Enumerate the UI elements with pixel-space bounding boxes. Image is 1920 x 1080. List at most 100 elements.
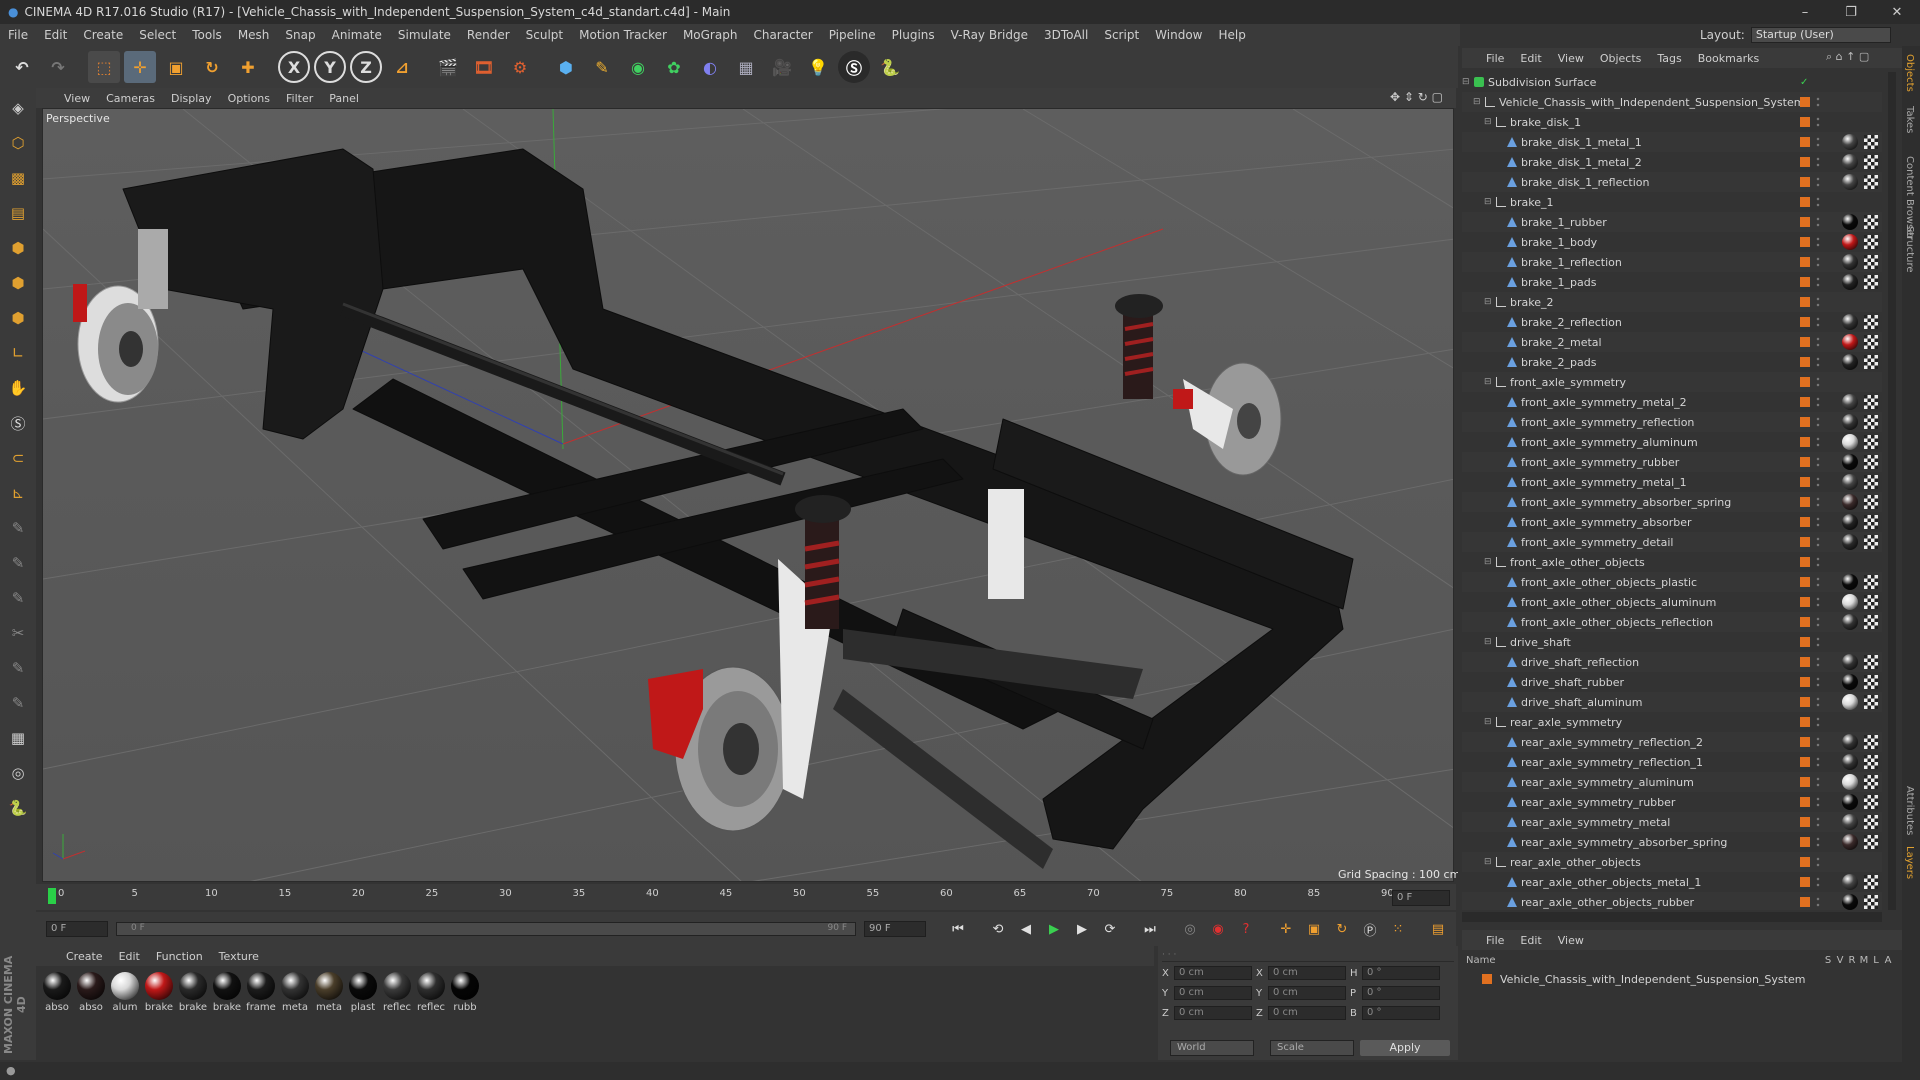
object-row[interactable]: ⊟ Vehicle_Chassis_with_Independent_Suspen… [1462, 92, 1882, 112]
expand-toggle-icon[interactable]: ⊟ [1484, 857, 1492, 867]
menu-script[interactable]: Script [1096, 28, 1147, 42]
layer-color-icon[interactable] [1800, 717, 1810, 727]
texture-tag-icon[interactable] [1864, 615, 1878, 629]
visibility-dots-icon[interactable] [1816, 176, 1820, 188]
visibility-dots-icon[interactable] [1816, 456, 1820, 468]
material-tag-icon[interactable] [1842, 614, 1858, 630]
visibility-dots-icon[interactable] [1816, 756, 1820, 768]
object-row[interactable]: front_axle_symmetry_absorber_spring [1462, 492, 1882, 512]
object-tree-hscrollbar[interactable] [1462, 912, 1882, 922]
expand-toggle-icon[interactable]: ⊟ [1484, 717, 1492, 727]
menu-v-ray-bridge[interactable]: V-Ray Bridge [943, 28, 1036, 42]
material-tag-icon[interactable] [1842, 874, 1858, 890]
object-menu-tags[interactable]: Tags [1657, 52, 1681, 65]
grid-icon[interactable]: ▦ [3, 723, 33, 753]
material-swatch[interactable]: abso [74, 970, 108, 1013]
visibility-dots-icon[interactable] [1816, 536, 1820, 548]
texture-tag-icon[interactable] [1864, 235, 1878, 249]
menu-character[interactable]: Character [745, 28, 820, 42]
material-tag-icon[interactable] [1842, 434, 1858, 450]
menu-mograph[interactable]: MoGraph [675, 28, 746, 42]
material-swatch[interactable]: rubb [448, 970, 482, 1013]
go-to-end-icon[interactable]: ⏭ [1138, 918, 1162, 940]
expand-toggle-icon[interactable]: ⊟ [1484, 377, 1492, 387]
timeline-ruler[interactable]: 0 5 10 15 20 25 30 35 40 45 50 55 60 65 70 75 80 85 90 [48, 888, 1394, 904]
layer-color-icon[interactable] [1800, 797, 1810, 807]
key-position-icon[interactable]: ✛ [1274, 918, 1298, 940]
visibility-dots-icon[interactable] [1816, 276, 1820, 288]
next-frame-icon[interactable]: ▶ [1070, 918, 1094, 940]
texture-tag-icon[interactable] [1864, 255, 1878, 269]
texture-tag-icon[interactable] [1864, 535, 1878, 549]
material-swatch[interactable]: brake [210, 970, 244, 1013]
layer-color-icon[interactable] [1800, 457, 1810, 467]
object-row[interactable]: brake_disk_1_metal_2 [1462, 152, 1882, 172]
side-tab-takes[interactable]: Takes [1904, 106, 1915, 133]
visibility-dots-icon[interactable] [1816, 416, 1820, 428]
material-tag-icon[interactable] [1842, 674, 1858, 690]
previous-frame-icon[interactable]: ◀ [1014, 918, 1038, 940]
camera-icon[interactable]: 🎥 [766, 51, 798, 83]
object-row[interactable]: drive_shaft_reflection [1462, 652, 1882, 672]
visibility-dots-icon[interactable] [1816, 576, 1820, 588]
material-tag-icon[interactable] [1842, 454, 1858, 470]
material-swatch[interactable]: meta [312, 970, 346, 1013]
material-tag-icon[interactable] [1842, 514, 1858, 530]
texture-tag-icon[interactable] [1864, 675, 1878, 689]
texture-tag-icon[interactable] [1864, 695, 1878, 709]
side-tab-layers[interactable]: Layers [1904, 846, 1915, 879]
render-view-icon[interactable]: 🎬 [432, 51, 464, 83]
object-row[interactable]: rear_axle_other_objects_metal_1 [1462, 872, 1882, 892]
object-row[interactable]: brake_1_reflection [1462, 252, 1882, 272]
visibility-dots-icon[interactable] [1816, 396, 1820, 408]
material-menu-function[interactable]: Function [156, 950, 203, 963]
menu-plugins[interactable]: Plugins [884, 28, 943, 42]
array-icon[interactable]: ✿ [658, 51, 690, 83]
object-row[interactable]: front_axle_symmetry_aluminum [1462, 432, 1882, 452]
layer-color-icon[interactable] [1800, 617, 1810, 627]
menu-file[interactable]: File [0, 28, 36, 42]
menu-render[interactable]: Render [459, 28, 518, 42]
layer-color-icon[interactable] [1800, 657, 1810, 667]
texture-tag-icon[interactable] [1864, 215, 1878, 229]
minimize-button[interactable]: – [1782, 5, 1828, 20]
object-row[interactable]: front_axle_symmetry_absorber [1462, 512, 1882, 532]
material-swatch[interactable]: reflec [414, 970, 448, 1013]
object-row[interactable]: ⊟ rear_axle_symmetry [1462, 712, 1882, 732]
object-row[interactable]: ⊟ brake_disk_1 [1462, 112, 1882, 132]
visibility-dots-icon[interactable] [1816, 556, 1820, 568]
material-swatch[interactable]: plast [346, 970, 380, 1013]
subdivision-icon[interactable]: ◉ [622, 51, 654, 83]
visibility-dots-icon[interactable] [1816, 336, 1820, 348]
layer-menu-view[interactable]: View [1558, 934, 1584, 947]
visibility-dots-icon[interactable] [1816, 656, 1820, 668]
layer-color-icon[interactable] [1800, 817, 1810, 827]
layout-dropdown[interactable]: Startup (User) [1750, 27, 1891, 43]
object-row[interactable]: rear_axle_other_objects_rubber [1462, 892, 1882, 910]
maximize-button[interactable]: ❐ [1828, 5, 1874, 20]
workplane-icon[interactable]: ▤ [3, 198, 33, 228]
object-manager-search-icon[interactable]: ⌕ ⌂ ↑ ▢ [1826, 50, 1869, 64]
texture-mode-icon[interactable]: ▩ [3, 163, 33, 193]
material-menu-texture[interactable]: Texture [219, 950, 259, 963]
texture-tag-icon[interactable] [1864, 895, 1878, 909]
frame-range-slider[interactable]: 0 F 90 F [116, 922, 856, 936]
visibility-dots-icon[interactable] [1816, 776, 1820, 788]
menu-create[interactable]: Create [75, 28, 131, 42]
layer-color-icon[interactable] [1800, 297, 1810, 307]
axis-lock-icon[interactable]: ⊾ [3, 478, 33, 508]
coordinate-field[interactable]: 0 cm [1268, 966, 1346, 980]
render-region-icon[interactable]: ◎ [3, 758, 33, 788]
layer-color-icon[interactable] [1800, 897, 1810, 907]
layer-row[interactable]: Vehicle_Chassis_with_Independent_Suspens… [1462, 970, 1902, 988]
visibility-dots-icon[interactable] [1816, 796, 1820, 808]
timeline-window-icon[interactable]: ▤ [1426, 918, 1450, 940]
visibility-dots-icon[interactable] [1816, 236, 1820, 248]
material-tag-icon[interactable] [1842, 214, 1858, 230]
object-row[interactable]: brake_1_pads [1462, 272, 1882, 292]
material-tag-icon[interactable] [1842, 334, 1858, 350]
menu-motion-tracker[interactable]: Motion Tracker [571, 28, 675, 42]
points-mode-icon[interactable]: ⬢ [3, 233, 33, 263]
object-row[interactable]: brake_disk_1_reflection [1462, 172, 1882, 192]
undo-icon[interactable]: ↶ [6, 51, 38, 83]
